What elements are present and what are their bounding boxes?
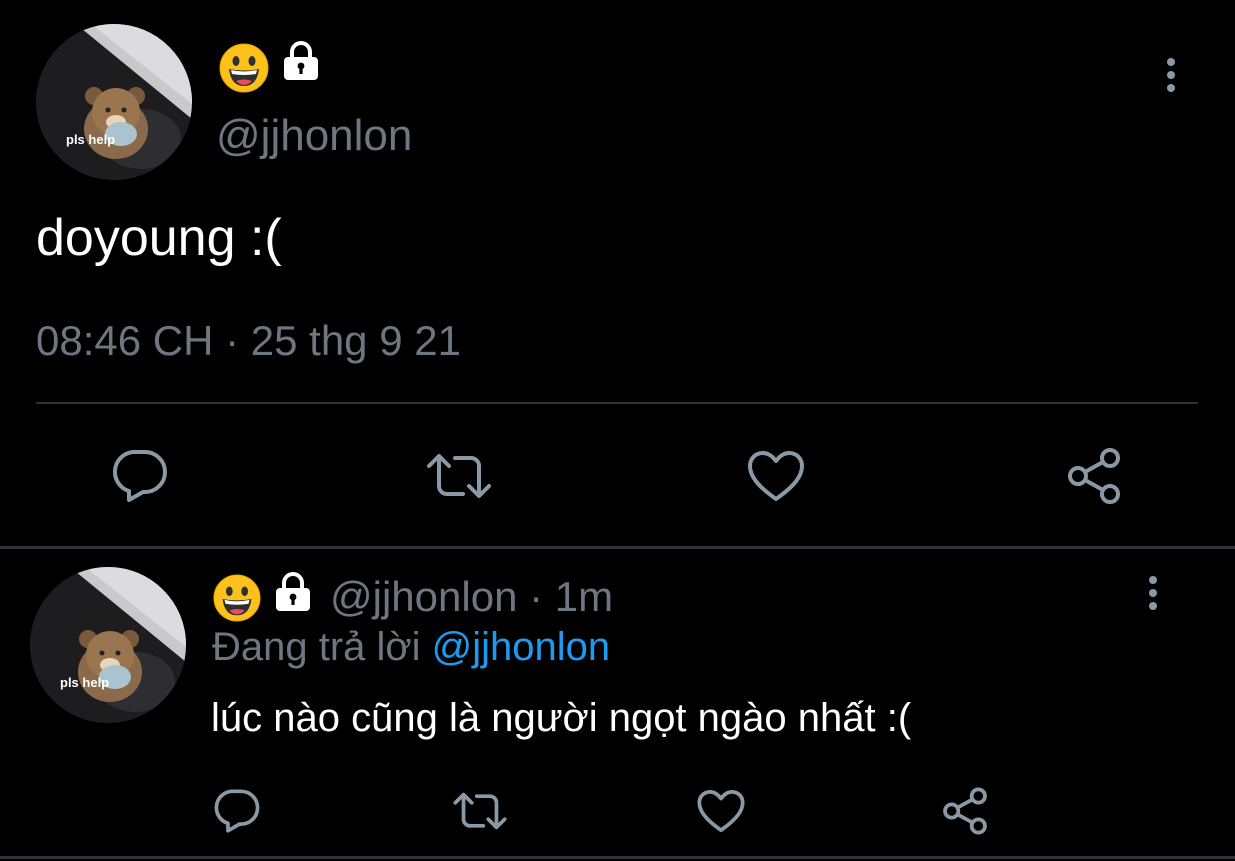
like-button[interactable] (744, 444, 808, 508)
avatar-image (36, 24, 192, 180)
comment-icon (112, 450, 167, 502)
retweet-icon (427, 454, 491, 498)
avatar[interactable]: pls help (36, 24, 192, 180)
replying-prefix: Đang trả lời (212, 625, 421, 669)
tweet-separator (0, 856, 1235, 859)
avatar-caption: pls help (66, 132, 116, 147)
retweet-button[interactable] (450, 784, 510, 838)
user-handle[interactable]: @jjhonlon (330, 573, 517, 620)
tweet-text: doyoung :( (36, 209, 282, 267)
like-icon (748, 451, 804, 501)
lock-icon (284, 41, 318, 80)
share-icon (943, 787, 987, 835)
share-button[interactable] (1062, 444, 1126, 508)
more-vertical-icon[interactable] (1163, 58, 1179, 92)
user-handle[interactable]: @jjhonlon (216, 114, 412, 158)
avatar-image (30, 567, 186, 723)
avatar-caption: pls help (60, 675, 110, 690)
like-button[interactable] (694, 784, 748, 838)
lock-icon (276, 572, 310, 611)
comment-icon (214, 789, 260, 833)
divider (36, 402, 1198, 404)
retweet-icon (453, 792, 507, 830)
tweet-text: lúc nào cũng là người ngọt ngào nhất :( (211, 696, 912, 740)
tweet-timestamp[interactable]: 08:46 CH · 25 thg 9 21 (36, 320, 461, 362)
retweet-button[interactable] (424, 444, 494, 508)
mention-link[interactable]: @jjhonlon (432, 625, 611, 669)
avatar[interactable]: pls help (30, 567, 186, 723)
replying-to-line: Đang trả lời @jjhonlon (212, 627, 610, 667)
more-vertical-icon[interactable] (1145, 576, 1161, 610)
reply-button[interactable] (108, 444, 172, 508)
like-icon (697, 789, 745, 833)
share-button[interactable] (938, 784, 992, 838)
grinning-face-emoji (219, 43, 269, 93)
time-ago: · 1m (529, 573, 614, 620)
reply-button[interactable] (210, 784, 264, 838)
grinning-face-emoji (213, 574, 261, 622)
reply-header: @jjhonlon · 1m (330, 576, 613, 618)
tweet-separator (0, 546, 1235, 549)
share-icon (1068, 448, 1120, 504)
